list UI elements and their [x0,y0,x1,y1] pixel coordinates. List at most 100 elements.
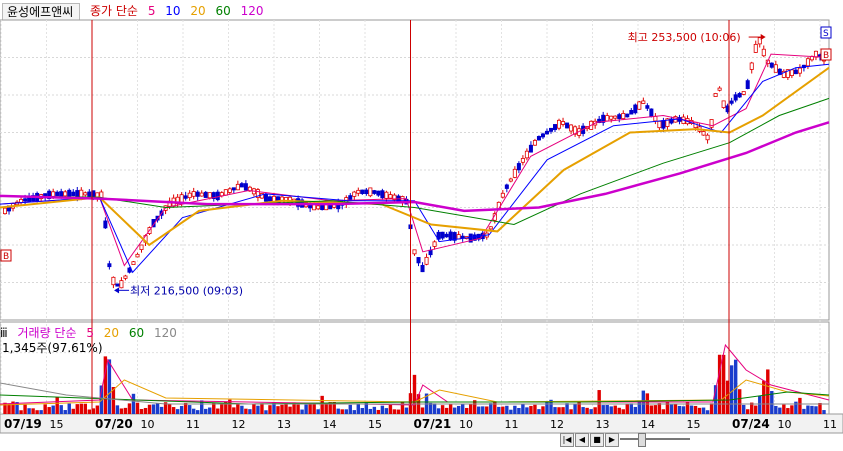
volume-bar [509,409,513,414]
candle-body [557,119,562,129]
volume-bar [236,404,240,414]
candle-body [432,241,437,247]
volume-bar [485,406,489,414]
volume-bar [240,405,244,414]
candle-body [231,187,236,191]
zoom-slider-handle[interactable] [638,433,646,447]
volume-bar [637,400,642,414]
volume-bar [356,403,361,414]
volume-bar [685,401,690,414]
volume-bar [324,403,328,414]
candle-body [207,192,212,199]
time-axis-label: 14 [323,418,337,431]
volume-bar [412,374,417,414]
candle-body [793,69,798,75]
volume-bar [19,410,23,414]
candle-body [195,191,200,197]
volume-bar [380,405,385,414]
volume-bar [669,404,674,414]
candle-body [103,220,108,229]
candle-body [376,190,381,196]
volume-bar [248,409,252,414]
volume-bar [806,405,810,414]
volume-bar [525,407,529,414]
volume-bar [565,403,569,414]
volume-bar [778,407,782,414]
candle-body [75,190,80,198]
volume-bar [529,405,533,414]
candle-body [721,100,726,108]
vol-ma-120-label: 120 [154,326,177,340]
volume-bar [436,408,441,414]
volume-bar [196,410,200,414]
candle-body [227,188,232,193]
candle-body [569,124,574,132]
volume-bar [766,369,770,414]
time-axis-label: 07/20 [95,417,133,431]
time-axis-label: 15 [368,418,382,431]
volume-bar [810,405,814,414]
candle-body [737,93,742,98]
volume-bar [75,404,79,414]
volume-bar [774,405,778,414]
volume-bar [464,407,469,414]
candle-body [705,134,710,141]
volume-bar [147,404,152,414]
volume-bar [175,409,180,414]
candle-body [520,158,525,163]
volume-bar [689,405,694,414]
volume-bar [545,401,549,414]
volume-bar [621,409,625,414]
volume-bar [477,406,481,414]
candle-body [701,131,706,136]
volume-bar [191,408,196,414]
volume-bar [585,407,589,414]
next-button[interactable]: ▶ [605,433,619,447]
first-button[interactable]: |◀ [560,433,574,447]
time-axis-label: 07/19 [4,417,42,431]
volume-bar [312,403,316,414]
candle-body [609,115,614,120]
volume-bar [489,403,493,414]
candle-body [504,184,509,189]
candle-body [412,249,417,255]
candle-body [617,114,622,119]
candle-body [661,120,666,129]
volume-bar [505,405,509,414]
volume-bar [705,410,710,414]
candle-body [364,189,369,195]
volume-bar [127,403,132,414]
stock-chart[interactable]: 07/19 15 07/20 10 11 12 13 14 15 07/21 10 11 12 13 14 1… [0,0,843,447]
stop-button[interactable]: ■ [590,433,604,447]
volume-bar [392,409,397,414]
volume-bar [601,405,605,414]
candle-body [79,189,84,198]
candle-body [629,109,634,115]
volume-bar [232,407,236,414]
volume-bar [220,403,224,414]
candle-body [528,144,533,153]
candle-body [761,48,766,57]
volume-bar [23,404,27,414]
volume-bar [746,409,750,414]
candle-body [123,275,128,279]
candle-body [444,233,449,238]
candle-body [107,263,112,268]
volume-bar [460,404,465,414]
volume-bar [709,403,714,414]
chart-canvas: 07/19 15 07/20 10 11 12 13 14 15 07/21 10 11 12 13 14 1… [0,19,843,434]
candle-body [565,122,570,129]
volume-bar [320,395,324,414]
candle-body [532,140,537,146]
candle-body [544,130,549,135]
candle-body [540,133,545,138]
prev-button[interactable]: ◀ [575,433,589,447]
candle-body [621,113,626,120]
time-axis-label: 07/21 [414,417,452,431]
volume-bar [143,407,148,414]
time-axis-label: 10 [778,418,792,431]
volume-bar [497,406,501,414]
zoom-slider-track[interactable] [620,438,690,440]
candle-body [448,231,453,241]
volume-bar [737,389,742,414]
